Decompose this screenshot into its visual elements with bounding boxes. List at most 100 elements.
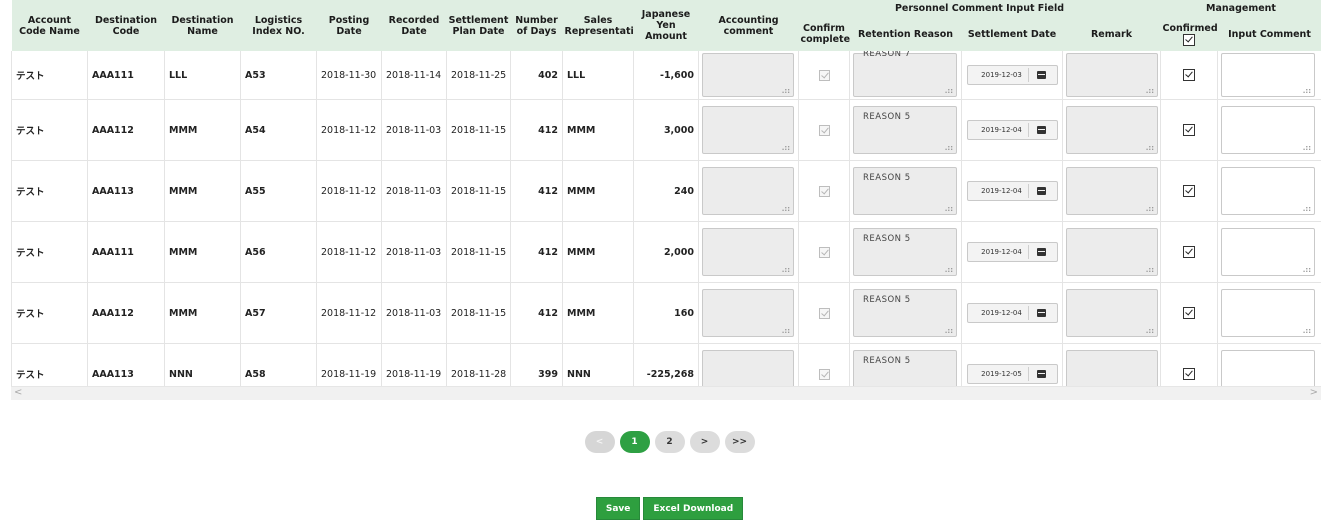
calendar-icon-shape xyxy=(1037,71,1046,79)
resize-grip-icon[interactable]: .:: xyxy=(782,88,790,95)
scroll-right-icon[interactable]: > xyxy=(1310,387,1318,399)
resize-grip-icon[interactable]: .:: xyxy=(1303,206,1311,213)
resize-grip-icon[interactable]: .:: xyxy=(945,267,953,274)
remark-textarea[interactable]: .:: xyxy=(1066,350,1158,386)
confirmed-checkbox[interactable] xyxy=(1183,185,1195,197)
confirm-complete-checkbox[interactable] xyxy=(818,368,830,380)
col-input-comment: Input Comment xyxy=(1217,17,1321,51)
resize-grip-icon[interactable]: .:: xyxy=(1303,267,1311,274)
settlement-date-picker[interactable]: 2019-12-04 xyxy=(966,120,1058,140)
settlement-date-picker[interactable]: 2019-12-04 xyxy=(966,303,1058,323)
resize-grip-icon[interactable]: .:: xyxy=(945,88,953,95)
confirm-complete-checkbox[interactable] xyxy=(818,124,830,136)
confirm-complete-checkbox[interactable] xyxy=(818,69,830,81)
remark-textarea[interactable]: .:: xyxy=(1066,228,1158,276)
remark-textarea[interactable]: .:: xyxy=(1066,106,1158,154)
cell-retention-reason: REASON 5.:: xyxy=(849,343,962,386)
input-comment-textarea[interactable]: .:: xyxy=(1221,228,1315,276)
save-button[interactable]: Save xyxy=(595,497,641,520)
confirmed-checkbox[interactable] xyxy=(1183,124,1195,136)
resize-grip-icon[interactable]: .:: xyxy=(782,145,790,152)
retention-reason-textarea[interactable]: REASON 5.:: xyxy=(853,289,957,337)
settlement-date-picker[interactable]: 2019-12-03 xyxy=(966,65,1058,85)
data-table: Account Code Name Destination Code Desti… xyxy=(11,0,1321,386)
retention-reason-textarea[interactable]: REASON 5.:: xyxy=(853,167,957,215)
input-comment-textarea[interactable]: .:: xyxy=(1221,289,1315,337)
accounting-comment-textarea[interactable]: .:: xyxy=(702,228,794,276)
confirmed-checkbox[interactable] xyxy=(1183,307,1195,319)
resize-grip-icon[interactable]: .:: xyxy=(782,328,790,335)
cell-remark: .:: xyxy=(1062,160,1161,222)
confirm-complete-checkbox[interactable] xyxy=(818,246,830,258)
resize-grip-icon[interactable]: .:: xyxy=(945,328,953,335)
cell-accounting-comment: .:: xyxy=(698,51,799,100)
retention-reason-textarea[interactable]: REASON 5.:: xyxy=(853,350,957,386)
cell-destination-code: AAA111 xyxy=(87,221,165,283)
confirmed-checkbox[interactable] xyxy=(1183,368,1195,380)
resize-grip-icon[interactable]: .:: xyxy=(1303,145,1311,152)
calendar-icon[interactable] xyxy=(1027,245,1055,259)
resize-grip-icon[interactable]: .:: xyxy=(1303,328,1311,335)
table-scroll-area[interactable]: Account Code Name Destination Code Desti… xyxy=(11,0,1321,386)
cell-posting-date: 2018-11-12 xyxy=(316,99,382,161)
confirm-complete-checkbox[interactable] xyxy=(818,185,830,197)
input-comment-textarea[interactable]: .:: xyxy=(1221,167,1315,215)
calendar-icon[interactable] xyxy=(1027,123,1055,137)
pagination-page-2[interactable]: 2 xyxy=(654,431,685,453)
scroll-left-icon[interactable]: < xyxy=(14,387,22,399)
input-comment-textarea[interactable]: .:: xyxy=(1221,350,1315,386)
settlement-date-picker[interactable]: 2019-12-04 xyxy=(966,181,1058,201)
cell-recorded-date: 2018-11-03 xyxy=(381,221,447,283)
confirmed-select-all-checkbox[interactable] xyxy=(1183,33,1195,46)
retention-reason-textarea[interactable]: REASON 5.:: xyxy=(853,106,957,154)
calendar-icon[interactable] xyxy=(1027,306,1055,320)
cell-input-comment: .:: xyxy=(1217,282,1321,344)
cell-input-comment: .:: xyxy=(1217,51,1321,100)
settlement-date-picker[interactable]: 2019-12-04 xyxy=(966,242,1058,262)
pagination-page-1[interactable]: 1 xyxy=(619,431,650,453)
accounting-comment-textarea[interactable]: .:: xyxy=(702,53,794,97)
remark-textarea[interactable]: .:: xyxy=(1066,289,1158,337)
resize-grip-icon[interactable]: .:: xyxy=(1146,145,1154,152)
cell-number-of-days: 412 xyxy=(510,160,563,222)
accounting-comment-textarea[interactable]: .:: xyxy=(702,167,794,215)
retention-reason-textarea[interactable]: REASON 7.:: xyxy=(853,51,957,97)
accounting-comment-textarea[interactable]: .:: xyxy=(702,106,794,154)
cell-jpy-amount: 2,000 xyxy=(633,221,699,283)
col-confirmed: Confirmed xyxy=(1160,17,1218,51)
remark-textarea[interactable]: .:: xyxy=(1066,53,1158,97)
cell-number-of-days: 412 xyxy=(510,99,563,161)
horizontal-scrollbar[interactable]: < > xyxy=(11,386,1321,400)
resize-grip-icon[interactable]: .:: xyxy=(782,206,790,213)
resize-grip-icon[interactable]: .:: xyxy=(782,267,790,274)
cell-retention-reason: REASON 5.:: xyxy=(849,221,962,283)
resize-grip-icon[interactable]: .:: xyxy=(1303,88,1311,95)
confirm-complete-checkbox[interactable] xyxy=(818,307,830,319)
calendar-icon[interactable] xyxy=(1027,184,1055,198)
resize-grip-icon[interactable]: .:: xyxy=(1146,206,1154,213)
remark-textarea[interactable]: .:: xyxy=(1066,167,1158,215)
pagination-last-button[interactable]: >> xyxy=(724,431,755,453)
resize-grip-icon[interactable]: .:: xyxy=(1146,88,1154,95)
cell-settlement-plan-date: 2018-11-28 xyxy=(446,343,511,386)
cell-destination-code: AAA112 xyxy=(87,282,165,344)
pagination-prev-button[interactable]: < xyxy=(584,431,615,453)
retention-reason-textarea[interactable]: REASON 5.:: xyxy=(853,228,957,276)
resize-grip-icon[interactable]: .:: xyxy=(945,206,953,213)
pagination-next-button[interactable]: > xyxy=(689,431,720,453)
settlement-date-picker[interactable]: 2019-12-05 xyxy=(966,364,1058,384)
calendar-icon[interactable] xyxy=(1027,367,1055,381)
cell-jpy-amount: 240 xyxy=(633,160,699,222)
resize-grip-icon[interactable]: .:: xyxy=(945,145,953,152)
resize-grip-icon[interactable]: .:: xyxy=(1146,267,1154,274)
confirmed-checkbox[interactable] xyxy=(1183,69,1195,81)
resize-grip-icon[interactable]: .:: xyxy=(1146,328,1154,335)
accounting-comment-textarea[interactable]: .:: xyxy=(702,350,794,386)
input-comment-textarea[interactable]: .:: xyxy=(1221,106,1315,154)
confirmed-checkbox[interactable] xyxy=(1183,246,1195,258)
input-comment-textarea[interactable]: .:: xyxy=(1221,53,1315,97)
accounting-comment-textarea[interactable]: .:: xyxy=(702,289,794,337)
calendar-icon[interactable] xyxy=(1027,68,1055,82)
settlement-date-value: 2019-12-04 xyxy=(981,309,1022,317)
excel-download-button[interactable]: Excel Download xyxy=(643,497,744,520)
